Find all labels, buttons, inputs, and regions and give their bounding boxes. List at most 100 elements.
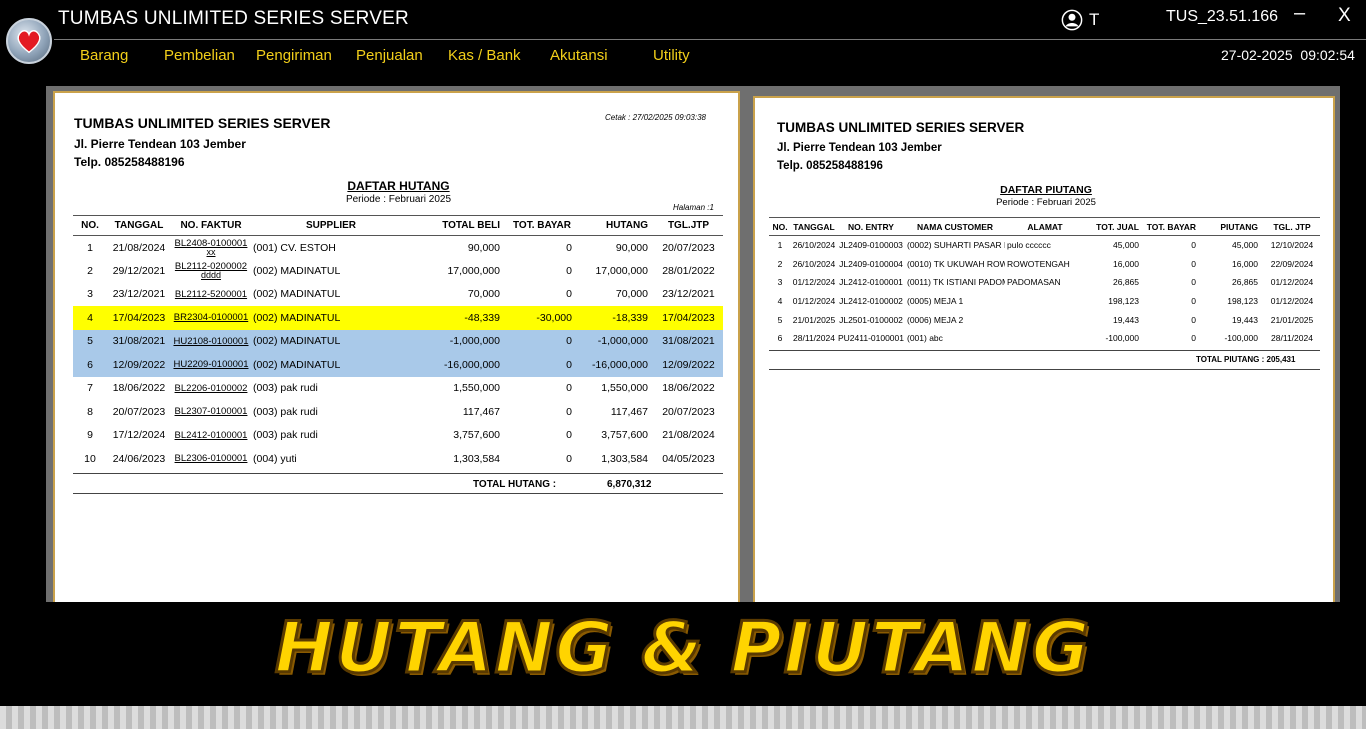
bottom-strip bbox=[0, 706, 1366, 729]
cell-faktur: BL2306-0100001 bbox=[171, 447, 251, 471]
col-header-no: NO. bbox=[73, 215, 107, 236]
cell-no: 9 bbox=[87, 429, 93, 442]
hutang-table-row[interactable]: 4 17/04/2023 BR2304-0100001 (002) MADINATUL… bbox=[73, 306, 723, 330]
cell-alamat: PADOMASAN bbox=[1007, 277, 1061, 288]
cell-tgl-jtp: 31/08/2021 bbox=[654, 329, 723, 353]
cell-tot-bayar: 0 bbox=[566, 452, 572, 465]
menu-item-akutansi[interactable]: Akutansi bbox=[550, 47, 608, 64]
version-label: TUS_23.51.166 bbox=[1166, 8, 1279, 25]
cell-supplier: (002) MADINATUL bbox=[251, 306, 411, 330]
faktur-link[interactable]: HU2108-0100001 bbox=[173, 336, 248, 347]
cell-tot-jual: 26,865 bbox=[1113, 277, 1139, 288]
cell-hutang: 3,757,600 bbox=[601, 429, 648, 442]
hutang-company-phone: Telp. 085258488196 bbox=[74, 155, 185, 169]
hutang-table: NO. TANGGAL NO. FAKTUR SUPPLIER TOTAL BE… bbox=[73, 215, 723, 471]
menu-item-utility[interactable]: Utility bbox=[653, 47, 690, 64]
user-menu[interactable]: T bbox=[1061, 9, 1099, 31]
faktur-link[interactable]: BL2306-0100001 bbox=[175, 453, 248, 464]
cell-entry: JL2501-0100002 bbox=[839, 314, 903, 325]
faktur-link[interactable]: BL2307-0100001 bbox=[175, 406, 248, 417]
piutang-report-period: Periode : Februari 2025 bbox=[996, 197, 1096, 208]
hutang-table-row[interactable]: 3 23/12/2021 BL2112-5200001 (002) MADINATUL… bbox=[73, 283, 723, 307]
cell-tanggal: 23/12/2021 bbox=[112, 288, 166, 301]
hutang-table-row[interactable]: 10 24/06/2023 BL2306-0100001 (004) yuti 1,30… bbox=[73, 447, 723, 471]
piutang-table-row[interactable]: 5 21/01/2025 JL2501-0100002 (0006) MEJA 2 19… bbox=[769, 310, 1320, 329]
cell-tot-bayar: 0 bbox=[566, 241, 572, 254]
hutang-total-value: 6,870,312 bbox=[607, 479, 652, 490]
cell-piutang: 198,123 bbox=[1227, 295, 1258, 306]
cell-hutang: -16,000,000 bbox=[578, 353, 654, 377]
cell-tot-jual: 16,000 bbox=[1113, 258, 1139, 269]
cell-alamat: ROWOTENGAH bbox=[1007, 258, 1070, 269]
cell-supplier: (002) MADINATUL bbox=[253, 264, 341, 277]
heart-logo-icon[interactable] bbox=[6, 18, 52, 64]
piutang-total-line-top bbox=[769, 350, 1320, 351]
faktur-link[interactable]: BR2304-0100001 bbox=[174, 312, 248, 323]
hutang-header-row: NO. TANGGAL NO. FAKTUR SUPPLIER TOTAL BE… bbox=[73, 215, 723, 236]
hutang-table-row[interactable]: 6 12/09/2022 HU2209-0100001 (002) MADINATUL… bbox=[73, 353, 723, 377]
cell-tot-bayar: 0 bbox=[1191, 314, 1196, 325]
hutang-table-row[interactable]: 7 18/06/2022 BL2206-0100002 (003) pak rudi 1… bbox=[73, 377, 723, 401]
hutang-table-row[interactable]: 9 17/12/2024 BL2412-0100001 (003) pak rudi 3… bbox=[73, 424, 723, 448]
cell-alamat: pulo cccccc bbox=[1007, 240, 1051, 251]
faktur-link[interactable]: BL2112-5200001 bbox=[175, 289, 247, 300]
hutang-company-address: Jl. Pierre Tendean 103 Jember bbox=[74, 137, 246, 151]
user-name: T bbox=[1089, 10, 1100, 29]
col-header-tanggal: TANGGAL bbox=[791, 217, 837, 236]
cell-tanggal: 12/09/2022 bbox=[107, 353, 171, 377]
menu-item-pembelian[interactable]: Pembelian bbox=[164, 47, 235, 64]
piutang-company-phone: Telp. 085258488196 bbox=[777, 160, 883, 172]
piutang-report-title: DAFTAR PIUTANG bbox=[1000, 184, 1092, 196]
hutang-table-row[interactable]: 1 21/08/2024 BL2408-0100001 xx (001) CV. EST… bbox=[73, 236, 723, 260]
faktur-link[interactable]: BL2412-0100001 bbox=[175, 430, 248, 441]
piutang-table-row[interactable]: 6 28/11/2024 PU2411-0100001 (001) abc -100,0… bbox=[769, 329, 1320, 348]
hutang-table-row[interactable]: 5 31/08/2021 HU2108-0100001 (002) MADINATUL… bbox=[73, 329, 723, 353]
menu-item-pengiriman[interactable]: Pengiriman bbox=[256, 47, 332, 64]
cell-alamat bbox=[1005, 292, 1085, 311]
cell-no: 6 bbox=[73, 353, 107, 377]
cell-total-beli: 90,000 bbox=[467, 241, 500, 254]
cell-tgl-jtp: 01/12/2024 bbox=[1270, 295, 1314, 306]
hutang-table-row[interactable]: 2 29/12/2021 BL2112-0200002 dddd (002) MADIN… bbox=[73, 259, 723, 283]
piutang-table-row[interactable]: 4 01/12/2024 JL2412-0100002 (0005) MEJA 1 19… bbox=[769, 292, 1320, 311]
menu-item-kas-bank[interactable]: Kas / Bank bbox=[448, 47, 521, 64]
hutang-total-line-bottom bbox=[73, 493, 723, 494]
hutang-table-body: 1 21/08/2024 BL2408-0100001 xx (001) CV. EST… bbox=[73, 236, 723, 471]
col-header-piutang: PIUTANG bbox=[1202, 217, 1264, 236]
cell-tanggal: 18/06/2022 bbox=[112, 382, 166, 395]
menu-item-barang[interactable]: Barang bbox=[80, 47, 128, 64]
piutang-report-panel: TUMBAS UNLIMITED SERIES SERVER Jl. Pierr… bbox=[746, 86, 1340, 606]
faktur-link[interactable]: HU2209-0100001 bbox=[173, 359, 248, 370]
cell-tot-bayar: 0 bbox=[506, 329, 578, 353]
piutang-table-row[interactable]: 2 26/10/2024 JL2409-0100004 (0010) TK UKUWA… bbox=[769, 254, 1320, 273]
cell-entry: JL2412-0100001 bbox=[839, 277, 903, 288]
piutang-table-row[interactable]: 1 26/10/2024 JL2409-0100003 (0002) SUHARTI … bbox=[769, 236, 1320, 255]
cell-tanggal: 20/07/2023 bbox=[112, 405, 166, 418]
cell-tgl-jtp: 22/09/2024 bbox=[1270, 258, 1314, 269]
cell-hutang: 70,000 bbox=[615, 288, 648, 301]
faktur-link[interactable]: BL2206-0100002 bbox=[175, 383, 248, 394]
piutang-table-row[interactable]: 3 01/12/2024 JL2412-0100001 (0011) TK ISTIA… bbox=[769, 273, 1320, 292]
cell-total-beli: 17,000,000 bbox=[447, 264, 500, 277]
cell-total-beli: 117,467 bbox=[462, 405, 500, 418]
cell-tot-bayar: 0 bbox=[566, 405, 572, 418]
cell-tgl-jtp: 28/11/2024 bbox=[1271, 333, 1313, 344]
cell-tgl-jtp: 20/07/2023 bbox=[662, 241, 715, 254]
cell-tanggal: 26/10/2024 bbox=[792, 240, 836, 251]
piutang-table: NO. TANGGAL NO. ENTRY NAMA CUSTOMER ALAM… bbox=[769, 217, 1320, 348]
cell-tgl-jtp: 18/06/2022 bbox=[662, 382, 715, 395]
cell-tanggal: 21/01/2025 bbox=[792, 314, 836, 325]
cell-tot-bayar: 0 bbox=[506, 353, 578, 377]
close-button[interactable]: X bbox=[1338, 5, 1351, 27]
cell-faktur: BL2408-0100001 xx bbox=[171, 236, 251, 260]
cell-entry: JL2412-0100002 bbox=[839, 295, 903, 306]
cell-total-beli: -16,000,000 bbox=[411, 353, 506, 377]
cell-hutang: 90,000 bbox=[615, 241, 648, 254]
cell-tgl-jtp: 21/01/2025 bbox=[1270, 314, 1314, 325]
minimize-button[interactable]: – bbox=[1294, 2, 1305, 25]
menu-item-penjualan[interactable]: Penjualan bbox=[356, 47, 423, 64]
cell-tgl-jtp: 28/01/2022 bbox=[662, 264, 715, 277]
cell-tot-bayar: 0 bbox=[1191, 277, 1196, 288]
cell-no: 8 bbox=[87, 405, 93, 418]
hutang-table-row[interactable]: 8 20/07/2023 BL2307-0100001 (003) pak rudi 1… bbox=[73, 400, 723, 424]
